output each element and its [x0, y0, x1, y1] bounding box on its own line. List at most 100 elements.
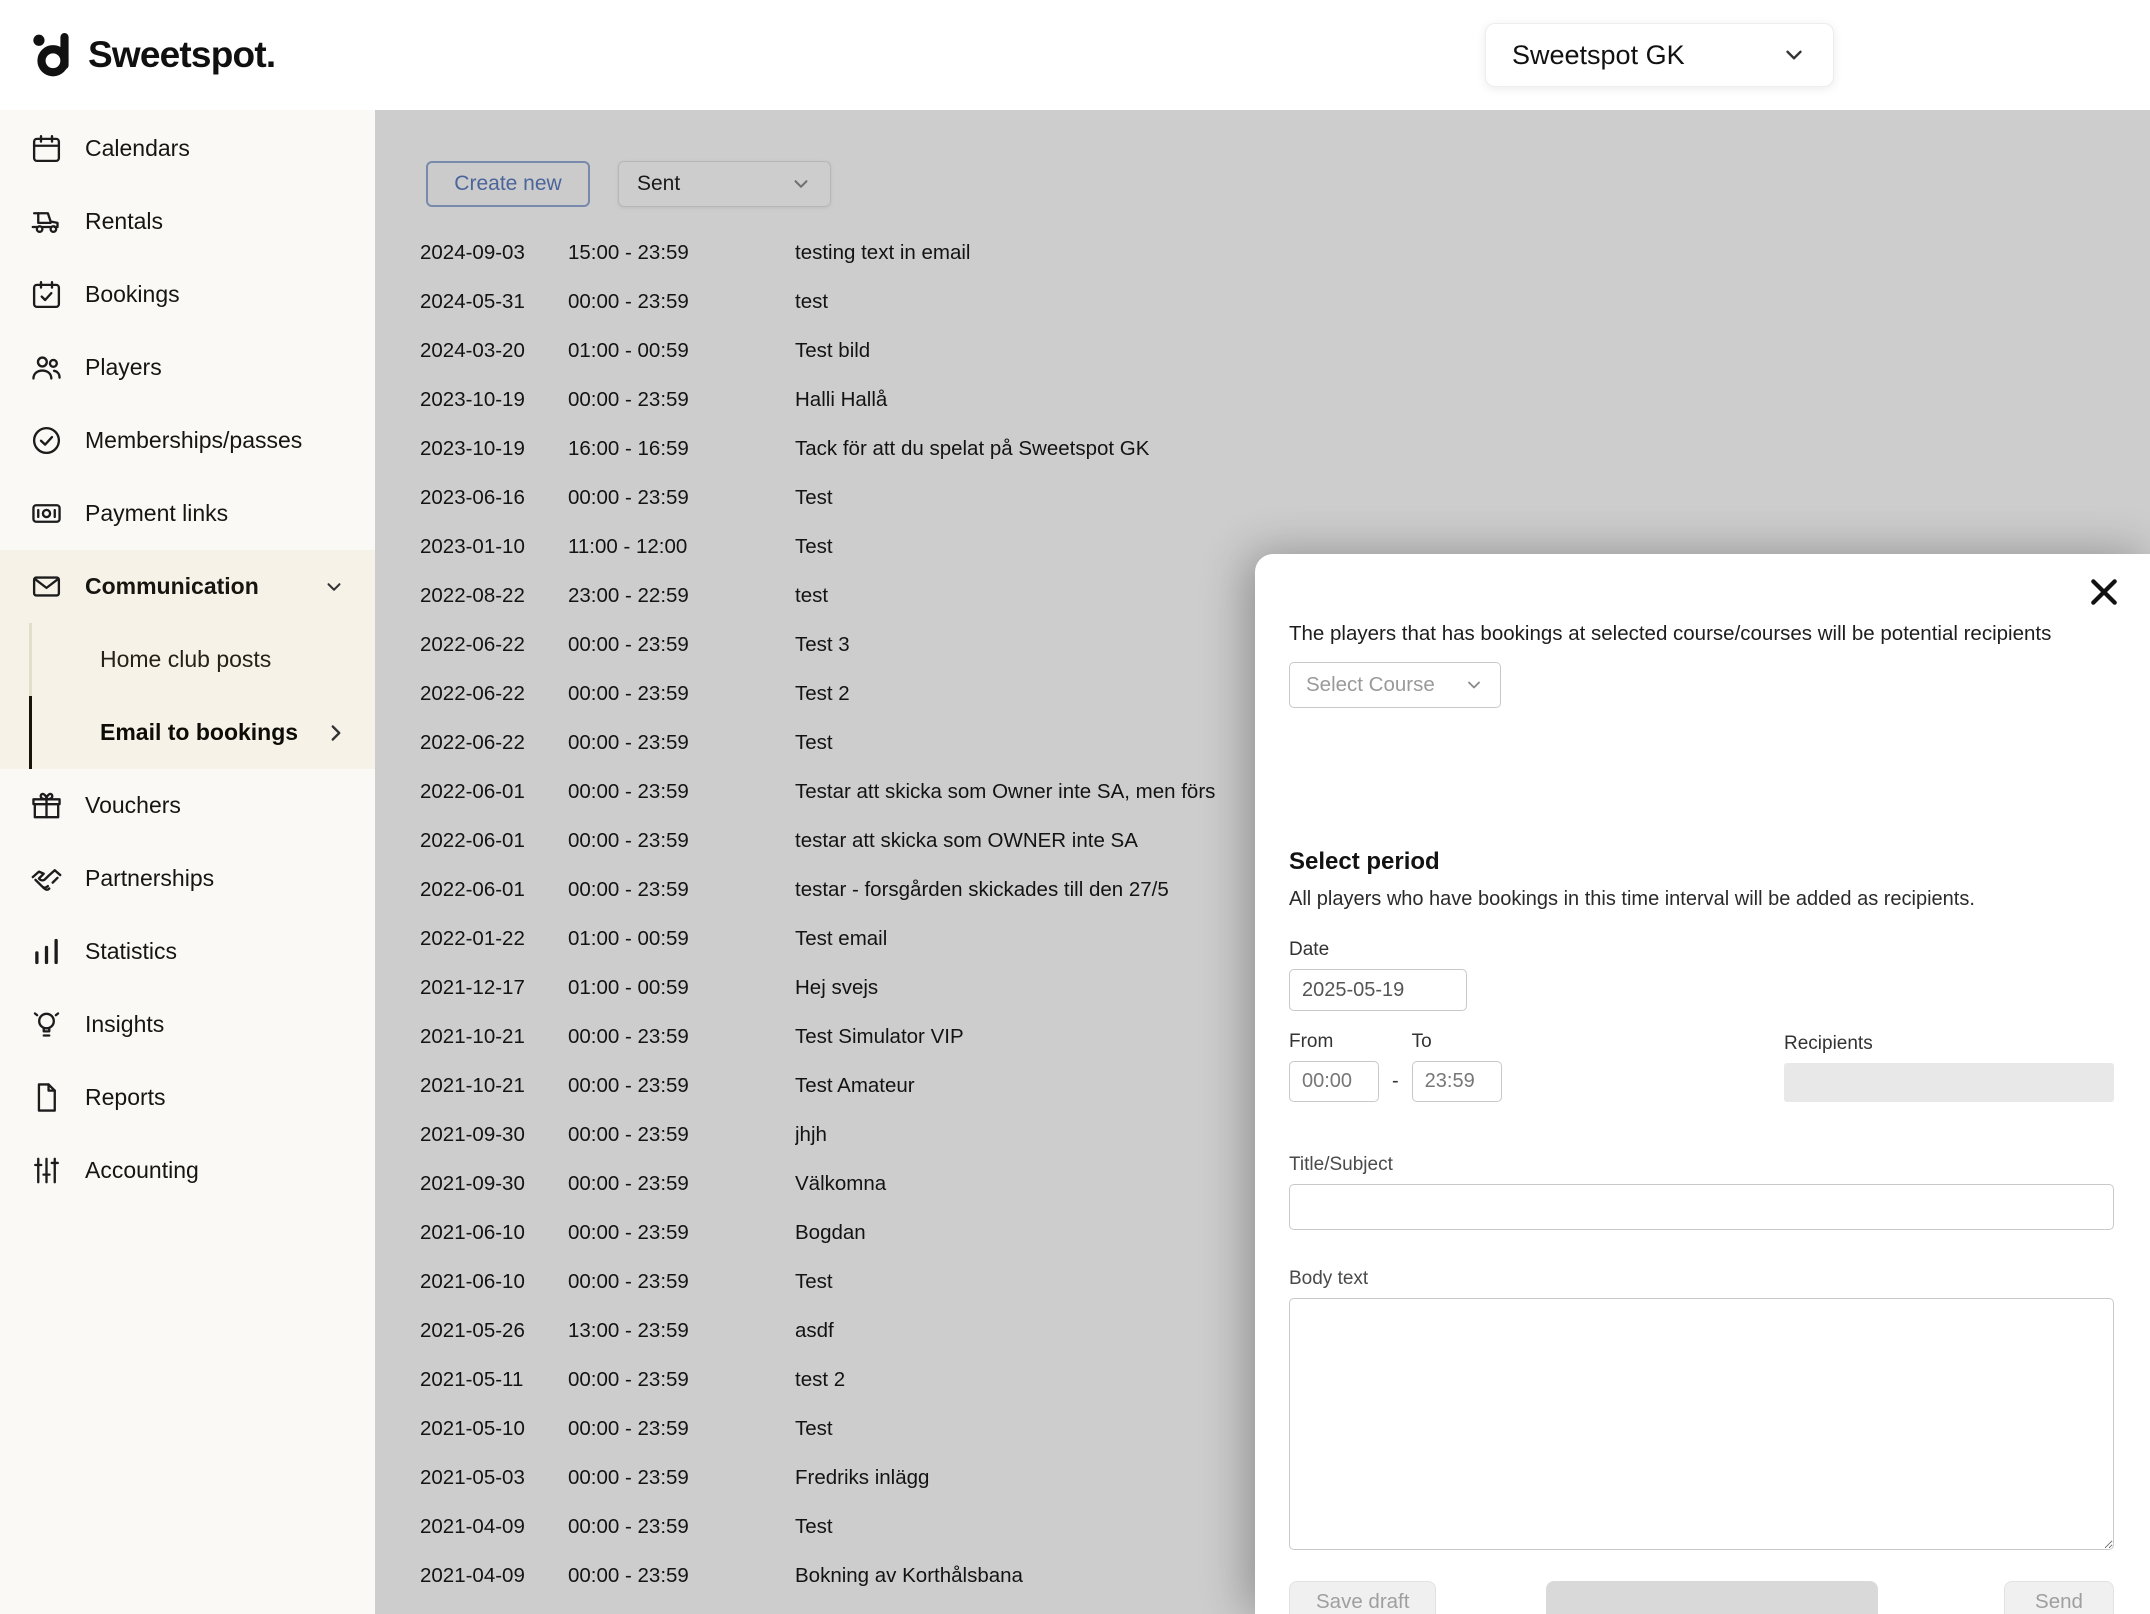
sidebar-item-calendars[interactable]: Calendars — [0, 112, 375, 185]
chevron-down-icon — [323, 576, 345, 598]
sidebar-item-label: Memberships/passes — [85, 427, 302, 454]
sidebar-item-reports[interactable]: Reports — [0, 1061, 375, 1134]
date-input[interactable] — [1289, 969, 1467, 1011]
recipients-helper-text: The players that has bookings at selecte… — [1289, 622, 2114, 646]
sidebar-item-bookings[interactable]: Bookings — [0, 258, 375, 331]
sidebar-item-insights[interactable]: Insights — [0, 988, 375, 1061]
recipients-field[interactable] — [1784, 1063, 2114, 1102]
table-row[interactable]: 2023-06-1600:00 - 23:59Test — [375, 473, 2150, 522]
email-date: 2023-10-19 — [420, 388, 568, 412]
table-row[interactable]: 2024-03-2001:00 - 00:59Test bild — [375, 326, 2150, 375]
sliders-icon — [30, 1154, 63, 1187]
sidebar: Calendars Rentals Bookings Players Membe… — [0, 110, 375, 1614]
email-date: 2022-06-01 — [420, 878, 568, 902]
calendar-check-icon — [30, 278, 63, 311]
email-compose-modal: The players that has bookings at selecte… — [1255, 554, 2150, 1614]
sidebar-item-rentals[interactable]: Rentals — [0, 185, 375, 258]
sidebar-item-label: Payment links — [85, 500, 228, 527]
email-subject: Test bild — [795, 339, 2150, 363]
email-date: 2022-06-22 — [420, 731, 568, 755]
email-date: 2022-01-22 — [420, 927, 568, 951]
email-subject: Test — [795, 486, 2150, 510]
email-date: 2024-09-03 — [420, 241, 568, 265]
sidebar-item-payment-links[interactable]: Payment links — [0, 477, 375, 550]
email-time: 00:00 - 23:59 — [568, 829, 795, 853]
title-subject-label: Title/Subject — [1289, 1154, 2114, 1176]
chevron-right-icon — [323, 720, 349, 746]
email-time: 00:00 - 23:59 — [568, 1417, 795, 1441]
sweetspot-logo: Sweetspot. — [30, 32, 275, 78]
logo-text: Sweetspot. — [88, 34, 275, 76]
lightbulb-icon — [30, 1008, 63, 1041]
email-time: 01:00 - 00:59 — [568, 976, 795, 1000]
email-date: 2021-06-10 — [420, 1221, 568, 1245]
sidebar-subitem-home-club-posts[interactable]: Home club posts — [0, 623, 375, 696]
email-date: 2021-12-17 — [420, 976, 568, 1000]
sidebar-item-players[interactable]: Players — [0, 331, 375, 404]
sidebar-item-vouchers[interactable]: Vouchers — [0, 769, 375, 842]
sidebar-item-label: Calendars — [85, 135, 190, 162]
table-row[interactable]: 2024-05-3100:00 - 23:59test — [375, 277, 2150, 326]
sidebar-item-label: Insights — [85, 1011, 164, 1038]
top-bar: Sweetspot. Sweetspot GK — [0, 0, 2150, 110]
email-date: 2021-05-03 — [420, 1466, 568, 1490]
to-time-input[interactable] — [1412, 1061, 1502, 1102]
email-date: 2021-06-10 — [420, 1270, 568, 1294]
email-time: 00:00 - 23:59 — [568, 1074, 795, 1098]
email-time: 00:00 - 23:59 — [568, 1172, 795, 1196]
close-button[interactable] — [2086, 574, 2122, 610]
sidebar-subitem-label: Email to bookings — [100, 719, 298, 746]
time-range-separator: - — [1392, 1061, 1399, 1102]
email-time: 00:00 - 23:59 — [568, 1466, 795, 1490]
email-time: 00:00 - 23:59 — [568, 1270, 795, 1294]
email-time: 00:00 - 23:59 — [568, 633, 795, 657]
sidebar-item-memberships[interactable]: Memberships/passes — [0, 404, 375, 477]
sidebar-item-label: Communication — [85, 573, 259, 600]
email-date: 2021-10-21 — [420, 1074, 568, 1098]
envelope-icon — [30, 570, 63, 603]
communication-submenu: Home club posts Email to bookings — [0, 623, 375, 769]
course-select-placeholder: Select Course — [1306, 673, 1435, 697]
table-row[interactable]: 2023-10-1916:00 - 16:59Tack för att du s… — [375, 424, 2150, 473]
email-time: 00:00 - 23:59 — [568, 1564, 795, 1588]
from-time-input[interactable] — [1289, 1061, 1379, 1102]
sidebar-item-partnerships[interactable]: Partnerships — [0, 842, 375, 915]
email-date: 2022-06-22 — [420, 633, 568, 657]
main-content: Create new Sent 2024-09-0315:00 - 23:59t… — [375, 110, 2150, 1614]
sidebar-subitem-email-to-bookings[interactable]: Email to bookings — [0, 696, 375, 769]
email-time: 00:00 - 23:59 — [568, 1368, 795, 1392]
email-time: 00:00 - 23:59 — [568, 731, 795, 755]
email-date: 2022-06-01 — [420, 780, 568, 804]
email-time: 00:00 - 23:59 — [568, 878, 795, 902]
sidebar-item-statistics[interactable]: Statistics — [0, 915, 375, 988]
modal-footer: Save draft Send — [1289, 1581, 2114, 1614]
club-selector[interactable]: Sweetspot GK — [1485, 23, 1834, 87]
select-period-heading: Select period — [1289, 848, 2114, 876]
body-text-label: Body text — [1289, 1268, 2114, 1290]
body-text-textarea[interactable] — [1289, 1298, 2114, 1550]
send-button[interactable]: Send — [2004, 1581, 2114, 1614]
title-subject-input[interactable] — [1289, 1184, 2114, 1230]
course-select[interactable]: Select Course — [1289, 662, 1501, 708]
email-date: 2023-10-19 — [420, 437, 568, 461]
email-time: 00:00 - 23:59 — [568, 780, 795, 804]
sidebar-item-communication[interactable]: Communication — [0, 550, 375, 623]
create-new-button[interactable]: Create new — [426, 161, 590, 207]
email-date: 2021-09-30 — [420, 1123, 568, 1147]
bar-chart-icon — [30, 935, 63, 968]
document-icon — [30, 1081, 63, 1114]
sidebar-item-accounting[interactable]: Accounting — [0, 1134, 375, 1207]
table-row[interactable]: 2024-09-0315:00 - 23:59testing text in e… — [375, 228, 2150, 277]
table-row[interactable]: 2023-10-1900:00 - 23:59Halli Hallå — [375, 375, 2150, 424]
from-label: From — [1289, 1031, 1379, 1053]
sweetspot-logo-icon — [30, 32, 76, 78]
email-time: 01:00 - 00:59 — [568, 339, 795, 363]
save-draft-button[interactable]: Save draft — [1289, 1581, 1436, 1614]
sidebar-item-label: Vouchers — [85, 792, 181, 819]
status-filter-select[interactable]: Sent — [618, 161, 831, 207]
email-date: 2021-10-21 — [420, 1025, 568, 1049]
email-date: 2021-09-30 — [420, 1172, 568, 1196]
payment-card-icon — [30, 497, 63, 530]
to-label: To — [1412, 1031, 1502, 1053]
date-label: Date — [1289, 939, 2114, 961]
